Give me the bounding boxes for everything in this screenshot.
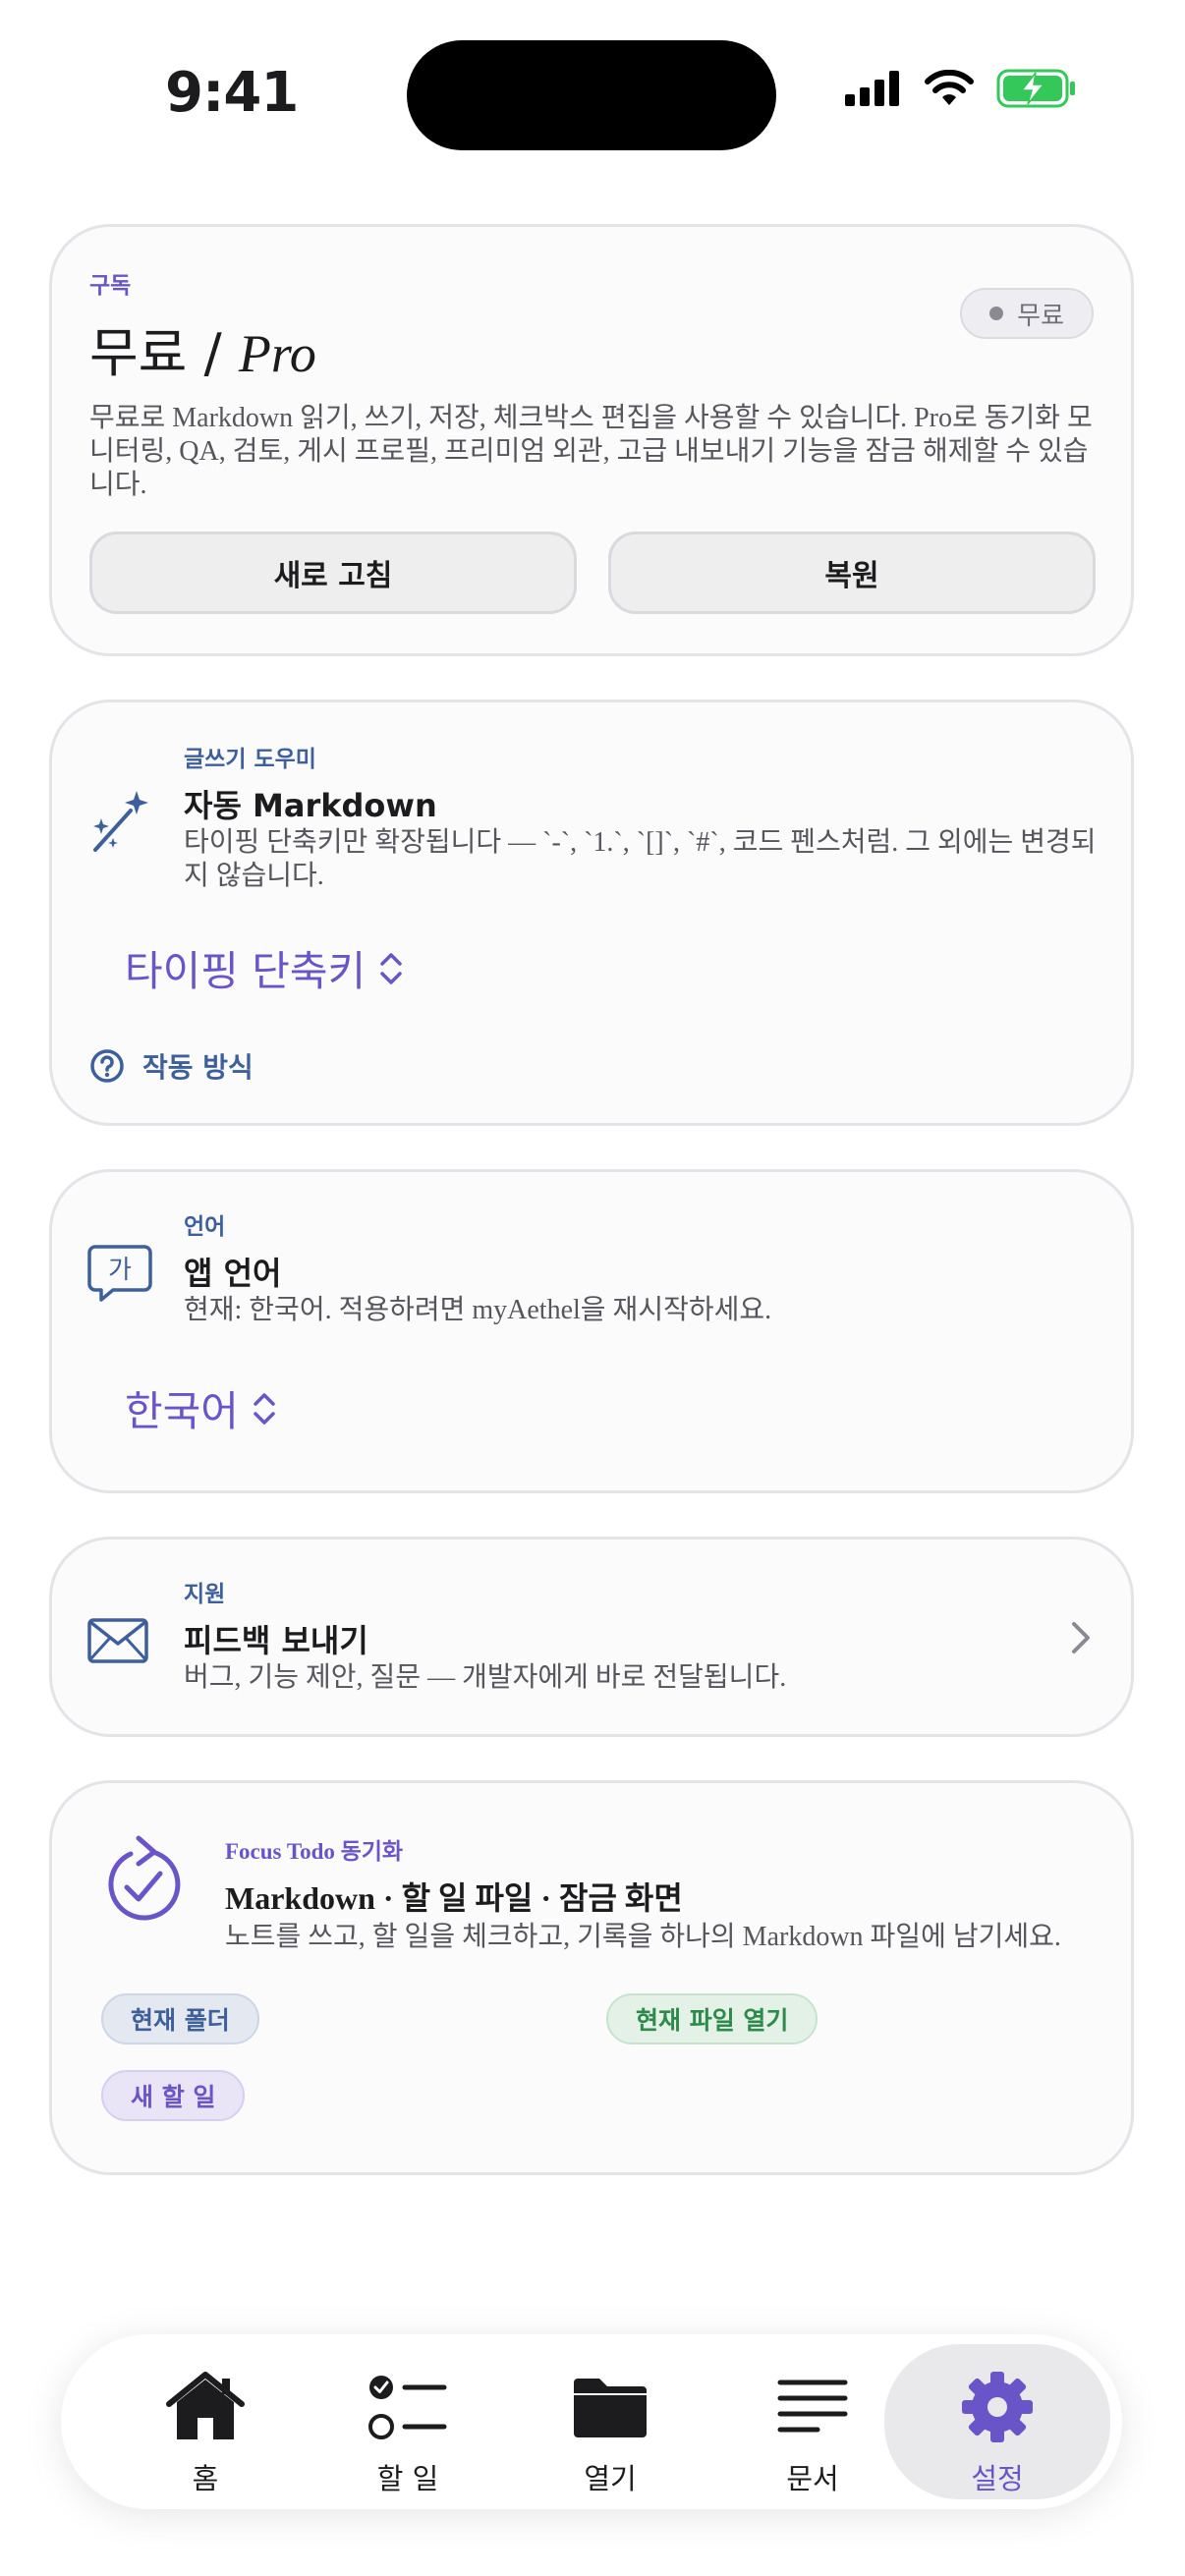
checklist-icon — [368, 2376, 447, 2439]
battery-charging-icon — [996, 69, 1075, 108]
subscription-title: 무료 / Pro — [89, 309, 316, 387]
support-eyebrow: 지원 — [184, 1582, 226, 1607]
refresh-check-icon — [108, 1835, 181, 1921]
tab-open-label: 열기 — [584, 2462, 637, 2495]
language-picker[interactable]: 한국어 — [125, 1378, 276, 1438]
auto-markdown-description: 타이핑 단축키만 확장됩니다 — `-`, `1.`, `[]`, `#`, 코… — [184, 827, 1097, 891]
bottom-tab-bar: 홈 할 일 열기 문서 설정 — [61, 2334, 1122, 2509]
subscription-eyebrow: 구독 — [89, 273, 132, 299]
tab-home[interactable]: 홈 — [104, 2334, 307, 2509]
status-icons — [845, 69, 1077, 108]
cellular-signal-icon — [845, 71, 899, 106]
new-todo-chip[interactable]: 새 할 일 — [101, 2070, 246, 2121]
tab-docs-label: 문서 — [786, 2462, 839, 2495]
plan-status-badge: 무료 — [960, 288, 1094, 339]
focus-todo-title: Markdown · 할 일 파일 · 잠금 화면 — [225, 1880, 683, 1916]
status-dot-icon — [989, 307, 1004, 320]
feedback-card[interactable]: 지원 피드백 보내기 버그, 기능 제안, 질문 — 개발자에게 바로 전달됩니… — [49, 1537, 1134, 1737]
writing-eyebrow: 글쓰기 도우미 — [184, 747, 316, 772]
typing-shortcut-picker[interactable]: 타이핑 단축키 — [125, 938, 403, 998]
language-eyebrow: 언어 — [184, 1214, 226, 1240]
tab-settings-label: 설정 — [971, 2462, 1024, 2495]
envelope-icon — [87, 1618, 148, 1663]
dynamic-island — [407, 40, 776, 150]
subscription-title-pro: Pro — [238, 324, 316, 383]
auto-markdown-title-text: 자동 Markdown — [184, 787, 437, 824]
language-glyph: 가 — [108, 1256, 132, 1285]
send-feedback-description: 버그, 기능 제안, 질문 — 개발자에게 바로 전달됩니다. — [184, 1662, 787, 1693]
tab-todo-label: 할 일 — [376, 2462, 439, 2495]
current-folder-chip[interactable]: 현재 폴더 — [101, 1993, 259, 2044]
gear-icon — [962, 2372, 1033, 2442]
magic-wand-icon — [93, 791, 148, 852]
app-language-title: 앱 언어 — [184, 1255, 282, 1292]
plan-status-label: 무료 — [1017, 301, 1064, 331]
question-circle-icon — [90, 1049, 124, 1083]
tab-todo[interactable]: 할 일 — [307, 2334, 509, 2509]
chevron-up-down-icon — [380, 952, 402, 984]
writing-assistant-card: 글쓰기 도우미 자동 Markdown 타이핑 단축키만 확장됩니다 — `-`… — [49, 700, 1134, 1126]
auto-markdown-title: 자동 Markdown — [184, 781, 437, 826]
language-card: 가 언어 앱 언어 현재: 한국어. 적용하려면 myAethel을 재시작하세… — [49, 1169, 1134, 1493]
chevron-right-icon — [1072, 1622, 1090, 1653]
status-time: 9:41 — [165, 61, 299, 125]
subscription-title-prefix: 무료 / — [89, 322, 239, 384]
subscription-description: 무료로 Markdown 읽기, 쓰기, 저장, 체크박스 편집을 사용할 수 … — [89, 403, 1093, 500]
how-it-works-label: 작동 방식 — [142, 1051, 254, 1084]
tab-home-label: 홈 — [192, 2462, 219, 2495]
house-icon — [166, 2372, 245, 2439]
language-picker-value: 한국어 — [125, 1387, 239, 1435]
app-language-description: 현재: 한국어. 적용하려면 myAethel을 재시작하세요. — [184, 1295, 772, 1325]
folder-icon — [574, 2379, 647, 2437]
refresh-button[interactable]: 새로 고침 — [89, 532, 577, 614]
how-it-works-link[interactable]: 작동 방식 — [89, 1046, 254, 1086]
language-speech-bubble-icon: 가 — [87, 1245, 152, 1302]
send-feedback-title: 피드백 보내기 — [184, 1622, 368, 1659]
focus-todo-eyebrow: Focus Todo 동기화 — [225, 1839, 404, 1864]
focus-todo-description: 노트를 쓰고, 할 일을 체크하고, 기록을 하나의 Markdown 파일에 … — [225, 1922, 1061, 1952]
wifi-icon — [925, 70, 974, 105]
open-current-file-chip[interactable]: 현재 파일 열기 — [606, 1993, 818, 2044]
typing-shortcut-picker-value: 타이핑 단축키 — [125, 947, 367, 995]
tab-settings[interactable]: 설정 — [884, 2344, 1110, 2499]
tab-open[interactable]: 열기 — [509, 2334, 711, 2509]
focus-todo-card: Focus Todo 동기화 Markdown · 할 일 파일 · 잠금 화면… — [49, 1780, 1134, 2175]
restore-button[interactable]: 복원 — [608, 532, 1096, 614]
subscription-card: 구독 무료 / Pro 무료 무료로 Markdown 읽기, 쓰기, 저장, … — [49, 224, 1134, 656]
chevron-up-down-icon — [254, 1392, 275, 1425]
text-lines-icon — [777, 2380, 848, 2433]
